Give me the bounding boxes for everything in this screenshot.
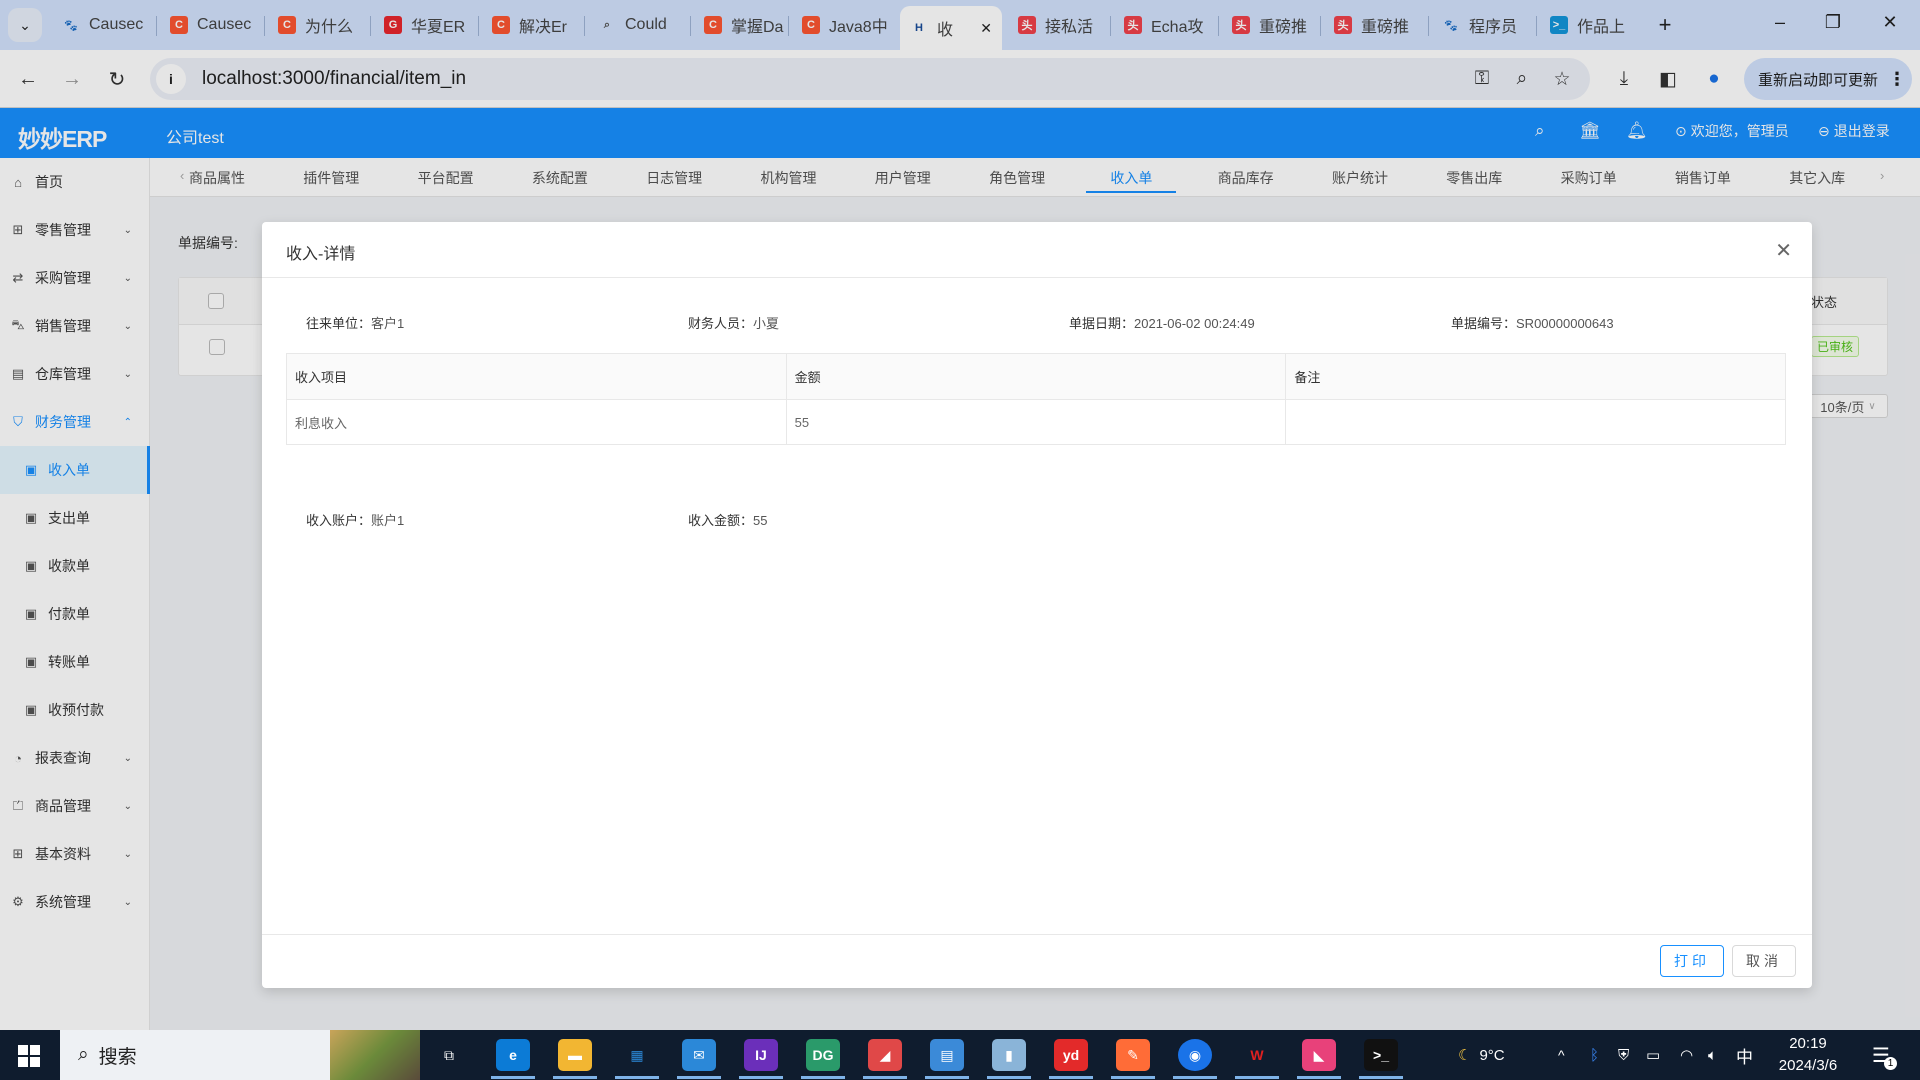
income-items-table: 收入项目 金额 备注 利息收入 55	[286, 353, 1786, 445]
print-button[interactable]: 打印	[1660, 945, 1724, 977]
partner-value: 客户1	[371, 316, 405, 331]
amount-value: 55	[753, 513, 768, 528]
bluetooth-icon[interactable]: ᛒ	[1590, 1030, 1599, 1080]
running-indicator	[987, 1076, 1031, 1079]
modal-close-button[interactable]: ✕	[1775, 238, 1792, 263]
search-label: 搜索	[98, 1046, 137, 1068]
amount-field: 收入金额：55	[688, 513, 768, 528]
running-indicator	[1049, 1076, 1093, 1079]
youdao-dict-icon[interactable]: yd	[1054, 1039, 1088, 1071]
date-value: 2021-06-02 00:24:49	[1134, 316, 1255, 331]
divider	[262, 934, 1812, 935]
running-indicator	[1297, 1076, 1341, 1079]
date-field: 单据日期：2021-06-02 00:24:49	[1069, 316, 1255, 331]
number-value: SR00000000643	[1516, 316, 1614, 331]
running-indicator	[1111, 1076, 1155, 1079]
security-shield-icon[interactable]: ⛨	[1618, 1030, 1629, 1080]
running-indicator	[1173, 1076, 1217, 1079]
running-indicator	[739, 1076, 783, 1079]
column-header-remark: 备注	[1285, 353, 1786, 400]
modal-title: 收入-详情	[286, 246, 356, 263]
windows-taskbar: ⌕ 搜索 ⧉ e ▬ ▦ ✉ IJ DG ◢ ▤ ▮ yd ✎ ◉ W ◣ >_ ☾ 9°C ^ ᛒ ⛨ ▭…	[0, 1030, 1920, 1080]
cancel-button[interactable]: 取消	[1732, 945, 1796, 977]
close-icon: ✕	[1775, 240, 1792, 262]
wifi-icon[interactable]: ◠	[1680, 1030, 1693, 1080]
column-header-amount: 金额	[785, 353, 1287, 400]
running-indicator	[1235, 1076, 1279, 1079]
postman-icon[interactable]: ✎	[1116, 1039, 1150, 1071]
search-icon: ⌕	[78, 1044, 89, 1065]
running-indicator	[863, 1076, 907, 1079]
pink-app-icon[interactable]: ◣	[1302, 1039, 1336, 1071]
cell-item: 利息收入	[286, 399, 787, 445]
datagrip-icon[interactable]: DG	[806, 1039, 840, 1071]
volume-icon[interactable]: 🔈︎	[1708, 1030, 1717, 1080]
ime-indicator[interactable]: 中	[1736, 1030, 1753, 1080]
running-indicator	[677, 1076, 721, 1079]
running-indicator	[615, 1076, 659, 1079]
income-detail-modal: 收入-详情 ✕ 往来单位：客户1 财务人员：小夏 单据日期：2021-06-02…	[262, 222, 1812, 988]
running-indicator	[925, 1076, 969, 1079]
weather-temp: 9°C	[1479, 1046, 1505, 1064]
partner-field: 往来单位：客户1	[306, 316, 405, 331]
divider	[262, 277, 1812, 278]
column-header-item: 收入项目	[286, 353, 787, 400]
notification-center-icon[interactable]: ☰ 1	[1872, 1030, 1897, 1080]
notification-count: 1	[1884, 1057, 1897, 1070]
notepad-icon[interactable]: ▮	[992, 1039, 1026, 1071]
staff-value: 小夏	[753, 316, 780, 331]
chrome-icon[interactable]: ◉	[1178, 1039, 1212, 1071]
running-indicator	[553, 1076, 597, 1079]
cell-remark	[1285, 399, 1786, 445]
mail-icon[interactable]: ✉	[682, 1039, 716, 1071]
task-view-icon[interactable]: ⧉	[432, 1039, 466, 1071]
cell-amount: 55	[785, 399, 1287, 445]
intellij-idea-icon[interactable]: IJ	[744, 1039, 778, 1071]
tray-overflow-icon[interactable]: ^	[1558, 1030, 1565, 1080]
weather-icon: ☾	[1458, 1047, 1472, 1064]
red-app-icon[interactable]: ◢	[868, 1039, 902, 1071]
running-indicator	[801, 1076, 845, 1079]
wps-office-icon[interactable]: W	[1240, 1039, 1274, 1071]
table-row: 利息收入 55	[286, 399, 1786, 445]
windows-start-icon[interactable]	[18, 1045, 40, 1067]
running-indicator	[1359, 1076, 1403, 1079]
search-highlight-image	[330, 1030, 420, 1080]
battery-icon[interactable]: ▭	[1646, 1030, 1660, 1080]
terminal-icon[interactable]: >_	[1364, 1039, 1398, 1071]
clock-date: 2024/3/6	[1778, 1057, 1838, 1074]
file-explorer-icon[interactable]: ▬	[558, 1039, 592, 1071]
control-panel-icon[interactable]: ▤	[930, 1039, 964, 1071]
account-field: 收入账户：账户1	[306, 513, 405, 528]
edge-browser-icon[interactable]: e	[496, 1039, 530, 1071]
account-value: 账户1	[371, 513, 405, 528]
clock[interactable]: 20:19 2024/3/6	[1772, 1033, 1844, 1077]
staff-field: 财务人员：小夏	[688, 316, 780, 331]
taskbar-search[interactable]: ⌕ 搜索	[60, 1030, 420, 1080]
weather-widget[interactable]: ☾ 9°C	[1458, 1030, 1505, 1080]
number-field: 单据编号：SR00000000643	[1451, 316, 1614, 331]
clock-time: 20:19	[1789, 1035, 1827, 1052]
running-indicator	[491, 1076, 535, 1079]
microsoft-store-icon[interactable]: ▦	[620, 1039, 654, 1071]
